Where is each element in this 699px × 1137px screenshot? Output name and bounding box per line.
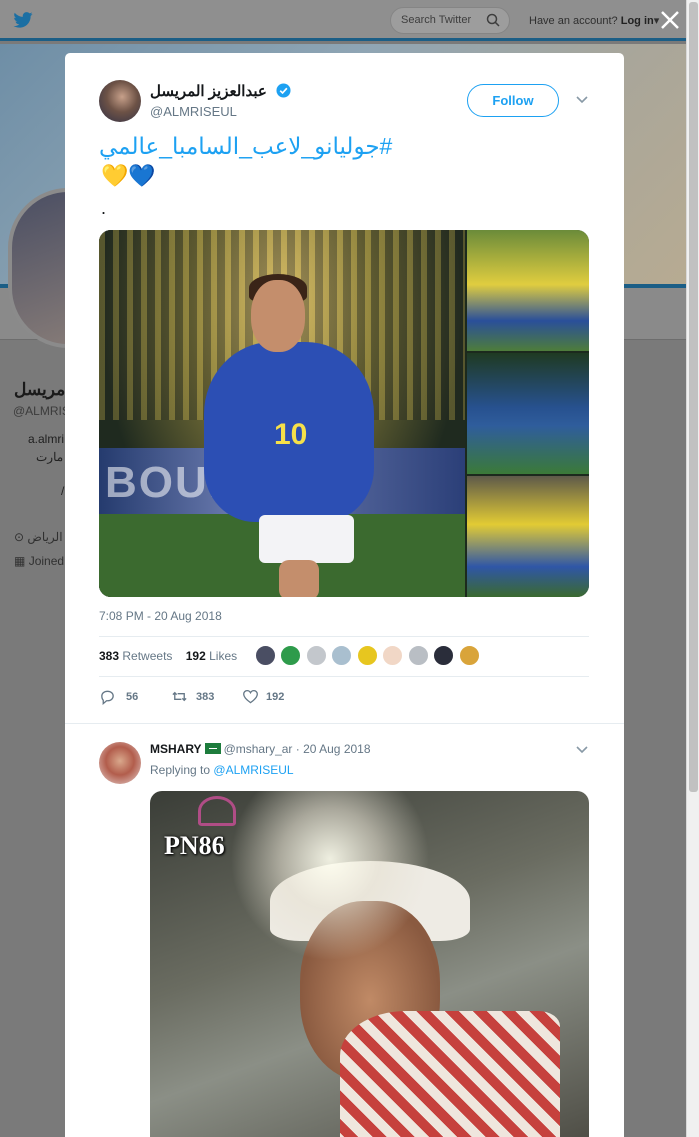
profile-bio-line: /: [61, 484, 65, 498]
reply-header: MSHARY @mshary_ar · 20 Aug 2018: [150, 742, 371, 756]
chevron-down-icon[interactable]: [576, 96, 588, 104]
reply-author-avatar[interactable]: [99, 742, 141, 784]
media-watermark: PN86: [164, 831, 225, 860]
profile-name: مريسل: [14, 380, 66, 399]
replying-to: Replying to @ALMRISEUL: [150, 763, 294, 777]
calendar-icon: ▦: [14, 554, 26, 568]
verified-badge-icon: [276, 83, 291, 98]
top-navigation-bar: Search Twitter Have an account? Log in▾: [0, 0, 686, 41]
heart-icon: [243, 689, 258, 704]
retweets-count[interactable]: 383: [99, 649, 119, 663]
location-pin-icon: ⊙: [14, 530, 25, 544]
reply-count: 56: [126, 691, 139, 703]
tweet-hashtag[interactable]: #جوليانو_لاعب_السامبا_عالمي: [99, 133, 408, 160]
divider: [99, 636, 589, 637]
reply-media[interactable]: PN86: [150, 791, 589, 1137]
jersey-number: 10: [274, 418, 308, 451]
tweet-emojis: 💛💙: [101, 163, 156, 188]
tweet-text-dot: .: [101, 198, 107, 218]
tweet-media-grid[interactable]: BOUR 10: [99, 230, 589, 597]
reply-author-handle[interactable]: @mshary_ar: [224, 742, 293, 756]
twitter-bird-icon[interactable]: [13, 12, 33, 28]
likes-label[interactable]: Likes: [209, 649, 237, 663]
follow-button[interactable]: Follow: [467, 84, 559, 117]
retweet-icon: [172, 691, 187, 702]
profile-joined-text: Joined: [28, 554, 65, 568]
profile-joined: ▦ Joined: [14, 554, 64, 568]
liker-avatar[interactable]: [306, 645, 327, 666]
profile-bio-line: مارت: [36, 450, 64, 464]
reply-author-name[interactable]: MSHARY: [150, 742, 202, 756]
page-scrollbar[interactable]: [686, 0, 699, 1137]
player-shorts: [259, 515, 354, 563]
liker-avatar[interactable]: [408, 645, 429, 666]
media-flash: [230, 791, 430, 961]
like-button[interactable]: 192: [242, 687, 312, 707]
search-placeholder: Search Twitter: [401, 14, 472, 26]
author-avatar[interactable]: [99, 80, 141, 122]
close-icon[interactable]: [659, 9, 681, 31]
likes-count[interactable]: 192: [186, 649, 206, 663]
scrollbar-thumb[interactable]: [689, 2, 698, 792]
replying-to-prefix: Replying to: [150, 763, 211, 777]
divider: [99, 676, 589, 677]
liker-avatar[interactable]: [255, 645, 276, 666]
reply-tweet[interactable]: MSHARY @mshary_ar · 20 Aug 2018 Replying …: [65, 723, 624, 1137]
liker-avatar[interactable]: [382, 645, 403, 666]
tweet-stats: 383 Retweets 192 Likes: [99, 649, 237, 663]
media-shemagh: [340, 1011, 560, 1137]
tweet-photo-thumb[interactable]: [467, 476, 589, 597]
retweet-count: 383: [196, 691, 215, 703]
account-prompt: Have an account? Log in▾: [529, 14, 659, 27]
tweet-photo-thumb[interactable]: [467, 230, 589, 351]
liker-avatar[interactable]: [357, 645, 378, 666]
login-link[interactable]: Log in: [621, 15, 654, 27]
tweet-photo-main[interactable]: BOUR 10: [99, 230, 465, 597]
profile-handle: @ALMRIS: [13, 404, 70, 418]
liker-avatar[interactable]: [459, 645, 480, 666]
chevron-down-icon[interactable]: [576, 746, 588, 754]
author-name[interactable]: عبدالعزيز المريسل: [150, 82, 267, 100]
tweet-modal: عبدالعزيز المريسل @ALMRISEUL Follow #جول…: [65, 53, 624, 1137]
profile-location-text: الرياض: [27, 530, 63, 544]
liker-avatar[interactable]: [280, 645, 301, 666]
account-prompt-text: Have an account?: [529, 15, 618, 27]
liker-avatar[interactable]: [331, 645, 352, 666]
tweet-timestamp[interactable]: 7:08 PM - 20 Aug 2018: [99, 609, 222, 623]
search-icon[interactable]: [486, 13, 500, 27]
tweet-photo-thumb[interactable]: [467, 353, 589, 474]
replying-to-link[interactable]: @ALMRISEUL: [213, 763, 293, 777]
liker-avatar[interactable]: [433, 645, 454, 666]
crown-logo-icon: [198, 796, 236, 826]
reply-icon: [101, 690, 114, 705]
profile-location: ⊙ الرياض: [14, 530, 63, 544]
like-count: 192: [266, 691, 285, 703]
search-input[interactable]: Search Twitter: [390, 7, 510, 34]
reply-date[interactable]: · 20 Aug 2018: [296, 742, 371, 756]
retweets-label[interactable]: Retweets: [122, 649, 172, 663]
saudi-flag-icon: [204, 743, 221, 754]
author-handle[interactable]: @ALMRISEUL: [150, 104, 237, 119]
reply-button[interactable]: 56: [99, 687, 159, 707]
retweet-button[interactable]: 383: [171, 687, 241, 707]
player-head: [251, 280, 305, 352]
profile-bio-line: a.almri: [28, 432, 65, 446]
player-leg: [279, 560, 319, 597]
